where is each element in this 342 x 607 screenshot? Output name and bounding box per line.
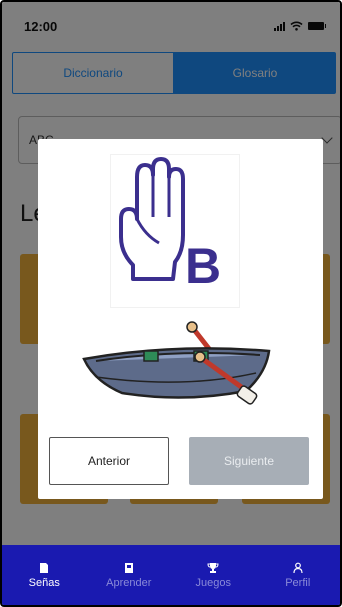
previous-button[interactable]: Anterior xyxy=(49,437,169,485)
book-icon xyxy=(124,562,133,573)
nav-item-aprender[interactable]: Aprender xyxy=(94,562,164,589)
nav-item-juegos[interactable]: Juegos xyxy=(178,562,248,589)
next-button[interactable]: Siguiente xyxy=(189,437,309,485)
nav-item-senas[interactable]: Señas xyxy=(9,562,79,589)
trophy-icon xyxy=(207,562,219,573)
nav-label: Aprender xyxy=(106,576,152,589)
person-icon xyxy=(293,562,303,573)
hand-sign-icon xyxy=(119,157,185,281)
nav-label: Señas xyxy=(28,576,60,589)
sign-image-card: B xyxy=(110,154,240,308)
boat-icon xyxy=(82,321,271,405)
nav-item-perfil[interactable]: Perfil xyxy=(263,562,333,589)
nav-label: Perfil xyxy=(285,576,311,589)
letter-modal: B Anterior Siguiente xyxy=(38,139,323,499)
bottom-nav: Señas Aprender Juegos Perfil xyxy=(2,545,340,605)
sign-letter: B xyxy=(185,238,222,294)
nav-label: Juegos xyxy=(195,576,231,589)
card-icon xyxy=(40,562,49,573)
phone-frame: 12:00 Diccionario Glosario ABC Letras xyxy=(0,0,342,607)
